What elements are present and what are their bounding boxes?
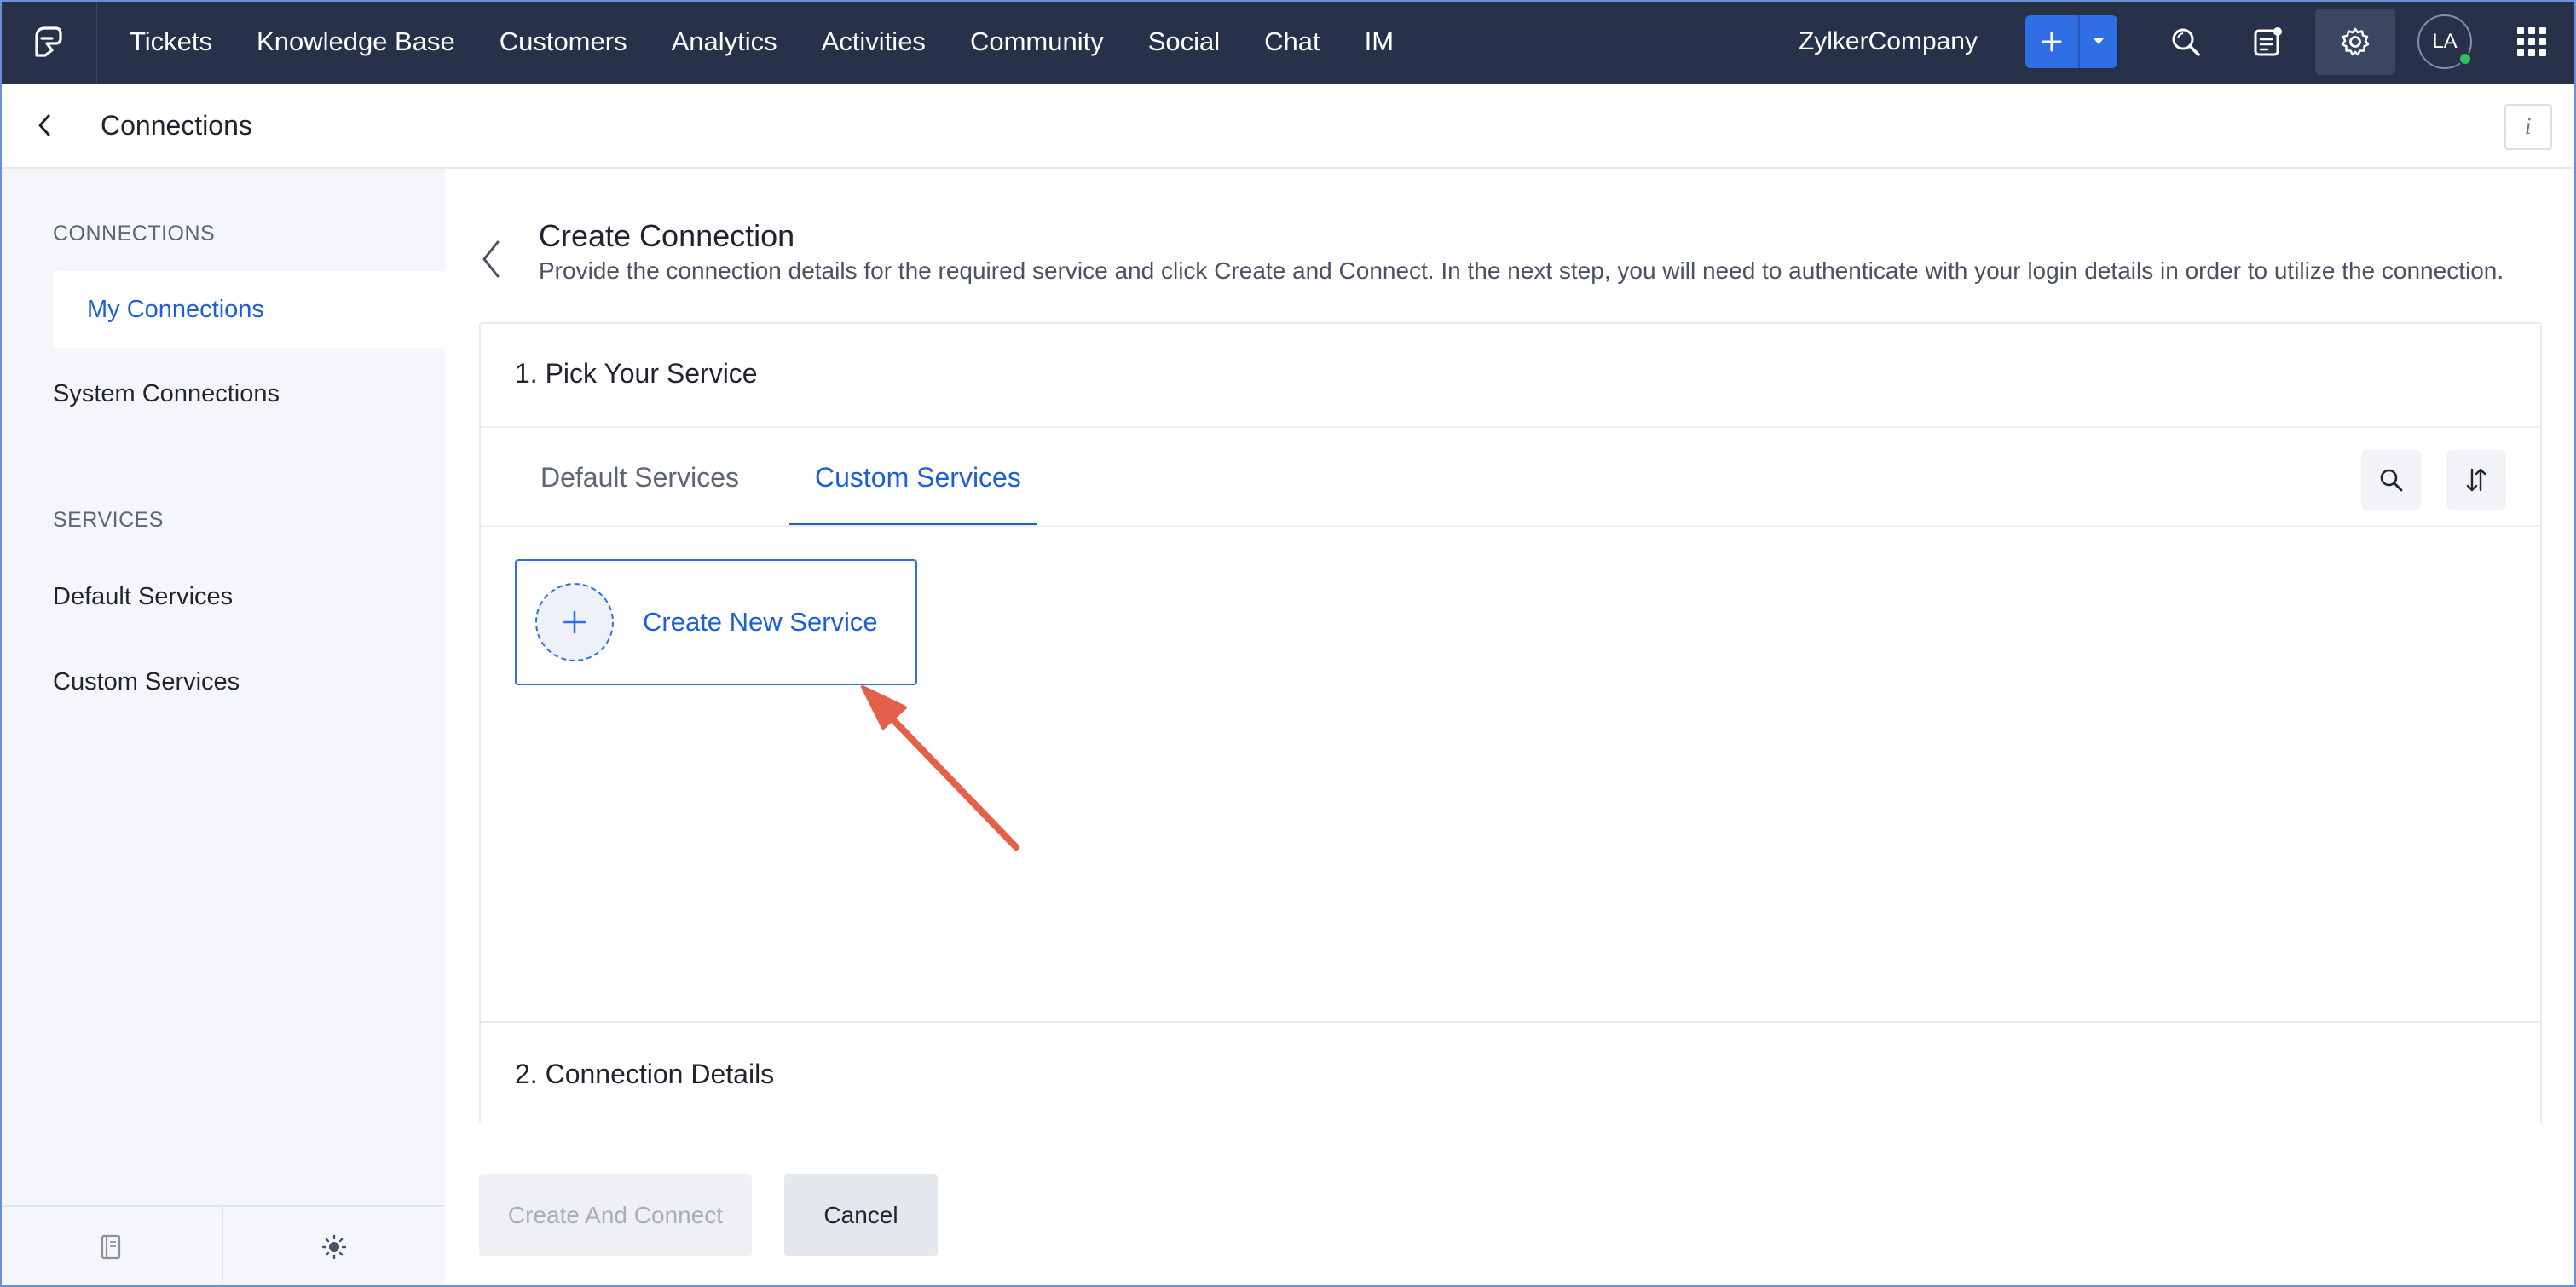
nav-im[interactable]: IM [1343,0,1416,84]
sort-icon [2466,468,2486,492]
docs-button[interactable] [0,1207,222,1287]
module-tabs: Tickets Knowledge Base Customers Analyti… [107,0,1416,84]
chevron-left-icon [482,240,500,278]
sidebar-item-my-connections[interactable]: My Connections [53,271,445,348]
footer-area [445,1123,2576,1287]
plus-circle-icon [535,583,614,661]
page-title: Create Connection [539,218,795,253]
nav-customers[interactable]: Customers [477,0,650,84]
settings-button[interactable] [2315,9,2395,75]
info-button[interactable]: i [2504,104,2552,150]
tab-default-services[interactable]: Default Services [540,428,739,527]
plus-icon [2042,32,2062,52]
page-description: Provide the connection details for the r… [539,257,2504,284]
quick-add-button[interactable] [2025,15,2078,68]
tab-custom-services[interactable]: Custom Services [815,428,1021,527]
sidebar-section-connections: CONNECTIONS [53,222,216,245]
create-new-service-button[interactable]: Create New Service [515,559,917,685]
chevron-left-icon [38,114,50,136]
sidebar-item-default-services[interactable]: Default Services [53,583,233,611]
avatar-initials: LA [2432,30,2458,53]
settings-subheader: Connections i [0,84,2576,169]
nav-analytics[interactable]: Analytics [650,0,800,84]
gear-icon [2341,27,2370,56]
apps-grid-icon [2517,27,2546,56]
nav-activities[interactable]: Activities [800,0,948,84]
main-content: Create Connection Provide the connection… [445,169,2576,1287]
create-new-service-label: Create New Service [643,607,878,637]
service-tabs: Default Services Custom Services [481,428,2540,527]
nav-knowledge-base[interactable]: Knowledge Base [234,0,477,84]
quick-add-dropdown[interactable] [2078,15,2117,68]
search-icon [2172,28,2200,56]
divider [481,525,2540,527]
notifications-icon [2254,27,2282,56]
page-heading: Connections [101,109,252,141]
notifications-button[interactable] [2227,0,2308,84]
info-icon: i [2525,115,2532,139]
nav-community[interactable]: Community [948,0,1126,84]
online-status-dot [2458,52,2472,66]
step-2-title: 2. Connection Details [515,1059,775,1089]
user-avatar[interactable]: LA [2417,14,2472,69]
nav-chat[interactable]: Chat [1242,0,1342,84]
top-nav-bar: Tickets Knowledge Base Customers Analyti… [0,0,2576,84]
apps-grid-button[interactable] [2498,0,2566,84]
quick-add-group [2025,15,2117,68]
cancel-button[interactable]: Cancel [784,1174,938,1256]
sun-icon [321,1234,347,1260]
company-switcher[interactable]: ZylkerCompany [1799,27,1978,56]
sidebar-item-system-connections[interactable]: System Connections [53,380,280,408]
book-icon [101,1234,121,1260]
nav-tickets[interactable]: Tickets [107,0,234,84]
create-and-connect-button[interactable]: Create And Connect [479,1174,752,1256]
back-button[interactable] [34,100,94,151]
nav-social[interactable]: Social [1126,0,1242,84]
sidebar-section-services: SERVICES [53,508,164,532]
sidebar-footer [0,1205,445,1287]
step-1-title: 1. Pick Your Service [515,358,758,389]
sort-button[interactable] [2446,450,2506,510]
zoho-desk-logo-icon[interactable] [0,0,97,84]
theme-toggle-button[interactable] [222,1207,445,1287]
top-right-actions: ZylkerCompany LA [1799,0,2576,84]
service-search-button[interactable] [2361,450,2421,510]
connections-sidebar: CONNECTIONS My Connections System Connec… [0,169,445,1287]
create-connection-back-button[interactable] [479,239,513,281]
search-button[interactable] [2145,0,2227,84]
caret-down-icon [2094,38,2104,44]
search-icon [2380,469,2403,492]
sidebar-item-custom-services[interactable]: Custom Services [53,668,240,696]
